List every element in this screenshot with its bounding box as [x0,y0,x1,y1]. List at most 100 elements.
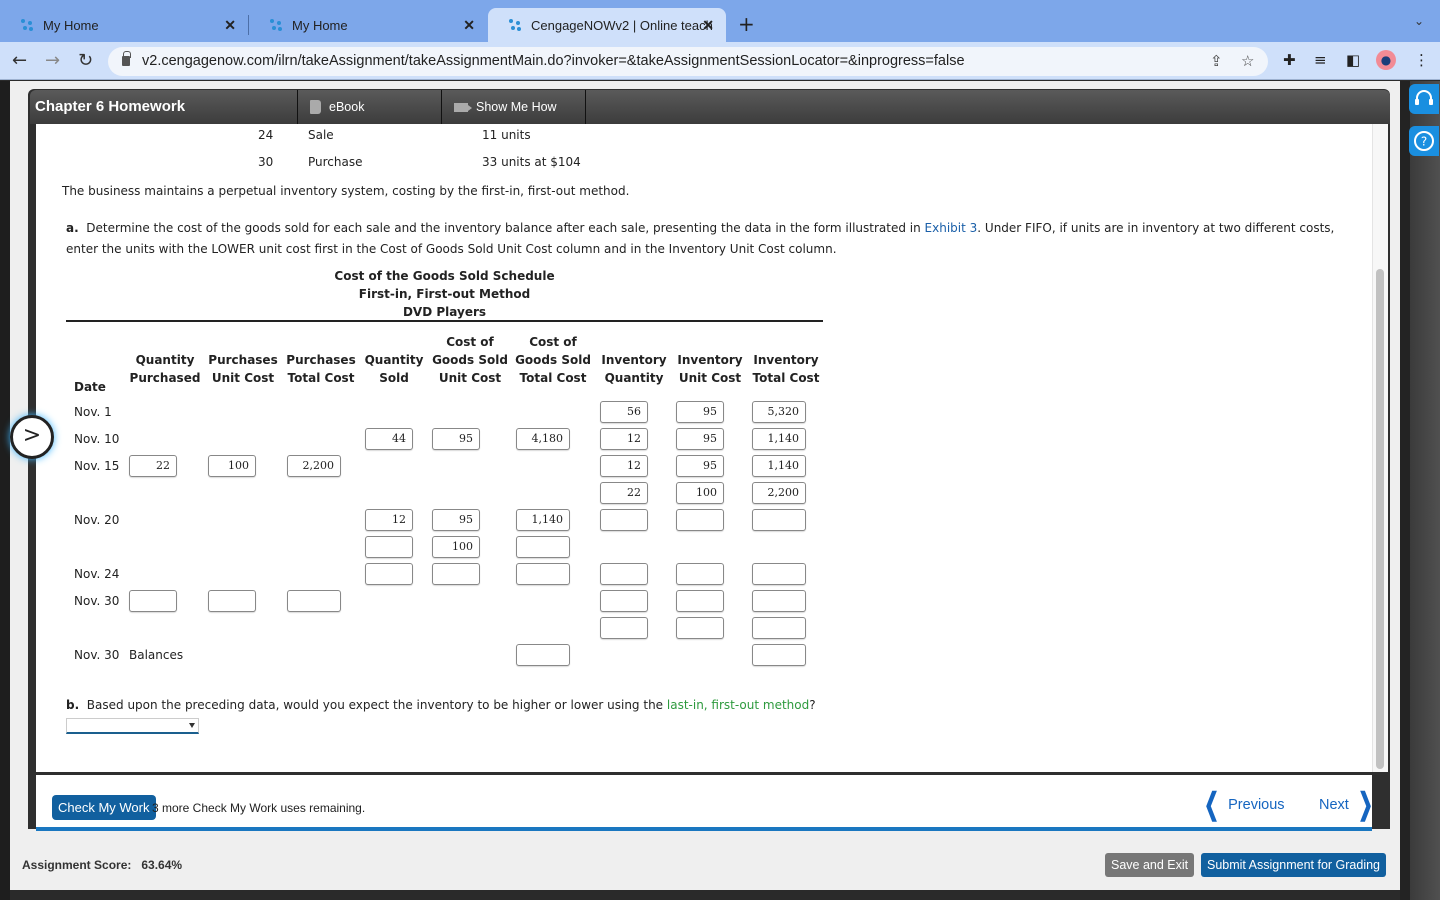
part-b-label: b. [66,698,80,712]
cengage-favicon-icon [20,18,34,32]
purch-total-cost-input[interactable]: 2,200 [287,455,341,477]
cogs-unit-cost-input[interactable]: 95 [432,428,480,450]
ebook-button[interactable]: eBook [298,90,442,124]
score-label: Assignment Score: [22,858,132,872]
help-question-icon[interactable]: ? [1409,126,1439,156]
expand-panel-chevron-icon[interactable]: > [10,415,54,459]
transaction-type: Purchase [308,155,363,169]
new-tab-icon[interactable]: + [738,12,755,36]
address-bar[interactable]: v2.cengagenow.com/ilrn/takeAssignment/ta… [108,47,1268,76]
inv-total-cost-input[interactable] [752,563,806,585]
qty-sold-input[interactable]: 12 [365,509,413,531]
inv-unit-cost-input[interactable] [676,590,724,612]
profile-avatar[interactable]: ● [1376,50,1396,70]
row-date: Nov. 24 [74,567,120,581]
inv-total-cost-input[interactable]: 1,140 [752,455,806,477]
book-icon [310,100,321,114]
qty-sold-input[interactable]: 44 [365,428,413,450]
svg-text:?: ? [1421,135,1427,149]
video-camera-icon [454,102,472,112]
inv-total-cost-input[interactable] [752,590,806,612]
purch-unit-cost-input[interactable]: 100 [208,455,256,477]
close-tab-icon[interactable]: ✕ [702,17,714,34]
col-header-date: Date [74,380,106,394]
bookmark-star-icon[interactable]: ☆ [1241,47,1254,76]
inv-unit-cost-input[interactable] [676,617,724,639]
col-header-inv-total-cost: Inventory Total Cost [752,353,820,385]
part-b-end: ? [809,698,816,712]
check-my-work-button[interactable]: Check My Work [52,795,156,820]
inv-total-cost-input[interactable]: 2,200 [752,482,806,504]
cogs-unit-cost-input[interactable]: 100 [432,536,480,558]
tab-search-chevron-icon[interactable]: ⌄ [1414,14,1424,28]
close-tab-icon[interactable]: ✕ [224,17,236,34]
previous-label: Previous [1228,797,1285,813]
show-me-how-button[interactable]: Show Me How [442,90,586,124]
cogs-balance-input[interactable] [516,644,570,666]
qty-sold-input[interactable] [365,536,413,558]
qty-purchased-input[interactable] [129,590,177,612]
inv-unit-cost-input[interactable]: 100 [676,482,724,504]
inv-qty-input[interactable]: 22 [600,482,648,504]
save-and-exit-button[interactable]: Save and Exit [1105,853,1195,877]
col-header-cogs-total-cost: Cost of Goods Sold Total Cost [515,335,591,385]
inv-qty-input[interactable]: 12 [600,428,648,450]
side-panel-icon[interactable]: ◧ [1346,51,1360,69]
inv-qty-input[interactable]: 12 [600,455,648,477]
inv-unit-cost-input[interactable] [676,509,724,531]
cogs-total-cost-input[interactable] [516,563,570,585]
transaction-day: 24 [258,128,274,142]
inv-unit-cost-input[interactable] [676,563,724,585]
part-a-text: Determine the cost of the goods sold for… [86,221,921,235]
content-scrollbar[interactable] [1372,124,1388,772]
inv-unit-cost-input[interactable]: 95 [676,401,724,423]
tab-title: My Home [292,17,348,33]
exhibit-3-link[interactable]: Exhibit 3 [925,221,978,235]
extensions-puzzle-icon[interactable]: ✚ [1283,51,1296,69]
submit-assignment-button[interactable]: Submit Assignment for Grading [1201,853,1386,877]
qty-purchased-input[interactable]: 22 [129,455,177,477]
row-date: Nov. 1 [74,405,112,419]
next-button[interactable]: Next ❯ [1319,790,1378,820]
scrollbar-thumb[interactable] [1376,269,1384,769]
cogs-total-cost-input[interactable] [516,536,570,558]
reload-icon[interactable]: ↻ [78,50,93,71]
cogs-total-cost-input[interactable]: 4,180 [516,428,570,450]
col-header-inv-qty: Inventory Quantity [601,353,667,385]
purch-unit-cost-input[interactable] [208,590,256,612]
support-headset-icon[interactable] [1409,84,1439,114]
browser-tab[interactable]: My Home ✕ [0,8,248,42]
browser-tab[interactable]: My Home ✕ [249,8,487,42]
forward-icon[interactable]: → [45,50,60,71]
inv-total-cost-input[interactable]: 5,320 [752,401,806,423]
lifo-link[interactable]: last-in, first-out method [667,698,809,712]
inv-total-cost-input[interactable]: 1,140 [752,428,806,450]
browser-menu-icon[interactable]: ⋮ [1414,51,1429,69]
lock-icon [122,51,131,66]
higher-lower-dropdown[interactable] [66,718,199,734]
inv-unit-cost-input[interactable]: 95 [676,428,724,450]
inv-qty-input[interactable] [600,617,648,639]
close-tab-icon[interactable]: ✕ [463,17,475,34]
inv-total-cost-input[interactable] [752,509,806,531]
purch-total-cost-input[interactable] [287,590,341,612]
back-icon[interactable]: ← [12,50,27,71]
cogs-total-cost-input[interactable]: 1,140 [516,509,570,531]
previous-button[interactable]: ❮ Previous [1199,790,1285,820]
cogs-unit-cost-input[interactable] [432,563,480,585]
next-label: Next [1319,797,1349,813]
inv-qty-input[interactable] [600,590,648,612]
share-icon[interactable]: ⇪ [1210,47,1223,76]
qty-sold-input[interactable] [365,563,413,585]
reading-list-icon[interactable]: ≡ [1314,51,1327,69]
browser-toolbar: ← → ↻ v2.cengagenow.com/ilrn/takeAssignm… [0,42,1440,80]
inv-balance-input[interactable] [752,644,806,666]
inv-qty-input[interactable]: 56 [600,401,648,423]
inv-unit-cost-input[interactable]: 95 [676,455,724,477]
browser-tab-active[interactable]: CengageNOWv2 | Online teach ✕ [488,8,726,42]
cogs-unit-cost-input[interactable]: 95 [432,509,480,531]
inv-qty-input[interactable] [600,563,648,585]
col-header-inv-unit-cost: Inventory Unit Cost [677,353,743,385]
inv-total-cost-input[interactable] [752,617,806,639]
inv-qty-input[interactable] [600,509,648,531]
